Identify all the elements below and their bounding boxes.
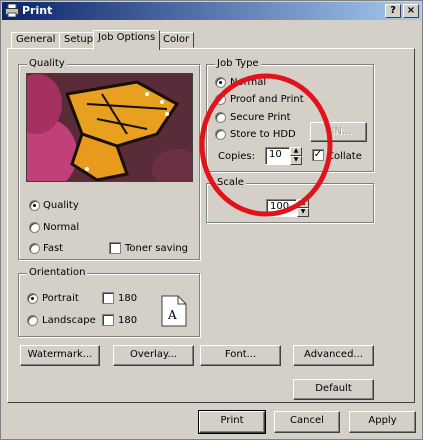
watermark-button[interactable]: Watermark... [20, 345, 100, 366]
spinner-up-icon[interactable]: ▲ [297, 199, 309, 208]
tab-job-options[interactable]: Job Options [93, 30, 161, 50]
quality-radio-normal[interactable] [29, 222, 40, 233]
orientation-option-portrait: Portrait [42, 293, 79, 304]
font-button[interactable]: Font... [200, 345, 281, 366]
rotate-180-portrait-checkbox[interactable] [102, 292, 114, 304]
quality-legend: Quality [27, 58, 67, 69]
job-radio-secure-print[interactable] [215, 112, 226, 123]
job-option-store-to-hdd: Store to HDD [230, 129, 296, 140]
quality-radio-quality[interactable] [29, 200, 40, 211]
overlay-button[interactable]: Overlay... [113, 345, 194, 366]
spinner-up-icon[interactable]: ▲ [290, 147, 302, 156]
help-button[interactable]: ? [385, 4, 401, 18]
quality-preview-image [26, 73, 193, 182]
orientation-radio-portrait[interactable] [27, 293, 38, 304]
collate-label: Collate [327, 151, 362, 162]
spinner-down-icon[interactable]: ▼ [290, 156, 302, 165]
tab-color[interactable]: Color [158, 32, 195, 48]
print-dialog: Print ? × General Setup Job Options Colo… [0, 0, 423, 440]
scale-legend: Scale [215, 177, 246, 188]
close-button[interactable]: × [403, 4, 419, 18]
rotate-180-portrait-label: 180 [118, 293, 138, 304]
tab-general[interactable]: General [11, 32, 61, 48]
butterfly-image [27, 74, 192, 181]
apply-button[interactable]: Apply [349, 411, 416, 433]
scale-spinner[interactable]: ▲ ▼ [297, 199, 309, 217]
orientation-radio-landscape[interactable] [27, 315, 38, 326]
copies-label: Copies: [218, 151, 255, 162]
job-radio-store-to-hdd[interactable] [215, 129, 226, 140]
pin-button[interactable]: PIN... [310, 122, 367, 142]
toner-saving-label: Toner saving [125, 243, 189, 254]
quality-option-fast: Fast [43, 243, 64, 254]
job-radio-normal[interactable] [215, 77, 226, 88]
copies-spinner[interactable]: ▲ ▼ [290, 147, 302, 165]
job-radio-proof-and-print[interactable] [215, 94, 226, 105]
quality-option-normal: Normal [43, 222, 80, 233]
title-bar: Print ? × [2, 2, 421, 20]
printer-icon [5, 4, 19, 17]
spinner-down-icon[interactable]: ▼ [297, 208, 309, 217]
quality-radio-fast[interactable] [29, 243, 40, 254]
page-preview-letter: A [168, 308, 177, 322]
orientation-option-landscape: Landscape [42, 315, 96, 326]
rotate-180-landscape-label: 180 [118, 315, 138, 326]
copies-input[interactable]: 10 [265, 147, 290, 165]
job-option-normal: Normal [230, 77, 267, 88]
window-title: Print [22, 4, 53, 17]
job-option-secure-print: Secure Print [230, 112, 291, 123]
orientation-legend: Orientation [27, 267, 88, 278]
quality-option-quality: Quality [43, 200, 79, 211]
job-type-legend: Job Type [215, 58, 261, 69]
toner-saving-checkbox[interactable] [109, 242, 121, 254]
default-button[interactable]: Default [293, 379, 374, 400]
print-button[interactable]: Print [198, 410, 266, 434]
collate-checkbox[interactable]: ✓ [312, 149, 324, 161]
cancel-button[interactable]: Cancel [274, 411, 340, 433]
job-option-proof-and-print: Proof and Print [230, 94, 304, 105]
advanced-button[interactable]: Advanced... [293, 345, 374, 366]
rotate-180-landscape-checkbox[interactable] [102, 314, 114, 326]
scale-input[interactable]: 100 [266, 199, 297, 217]
